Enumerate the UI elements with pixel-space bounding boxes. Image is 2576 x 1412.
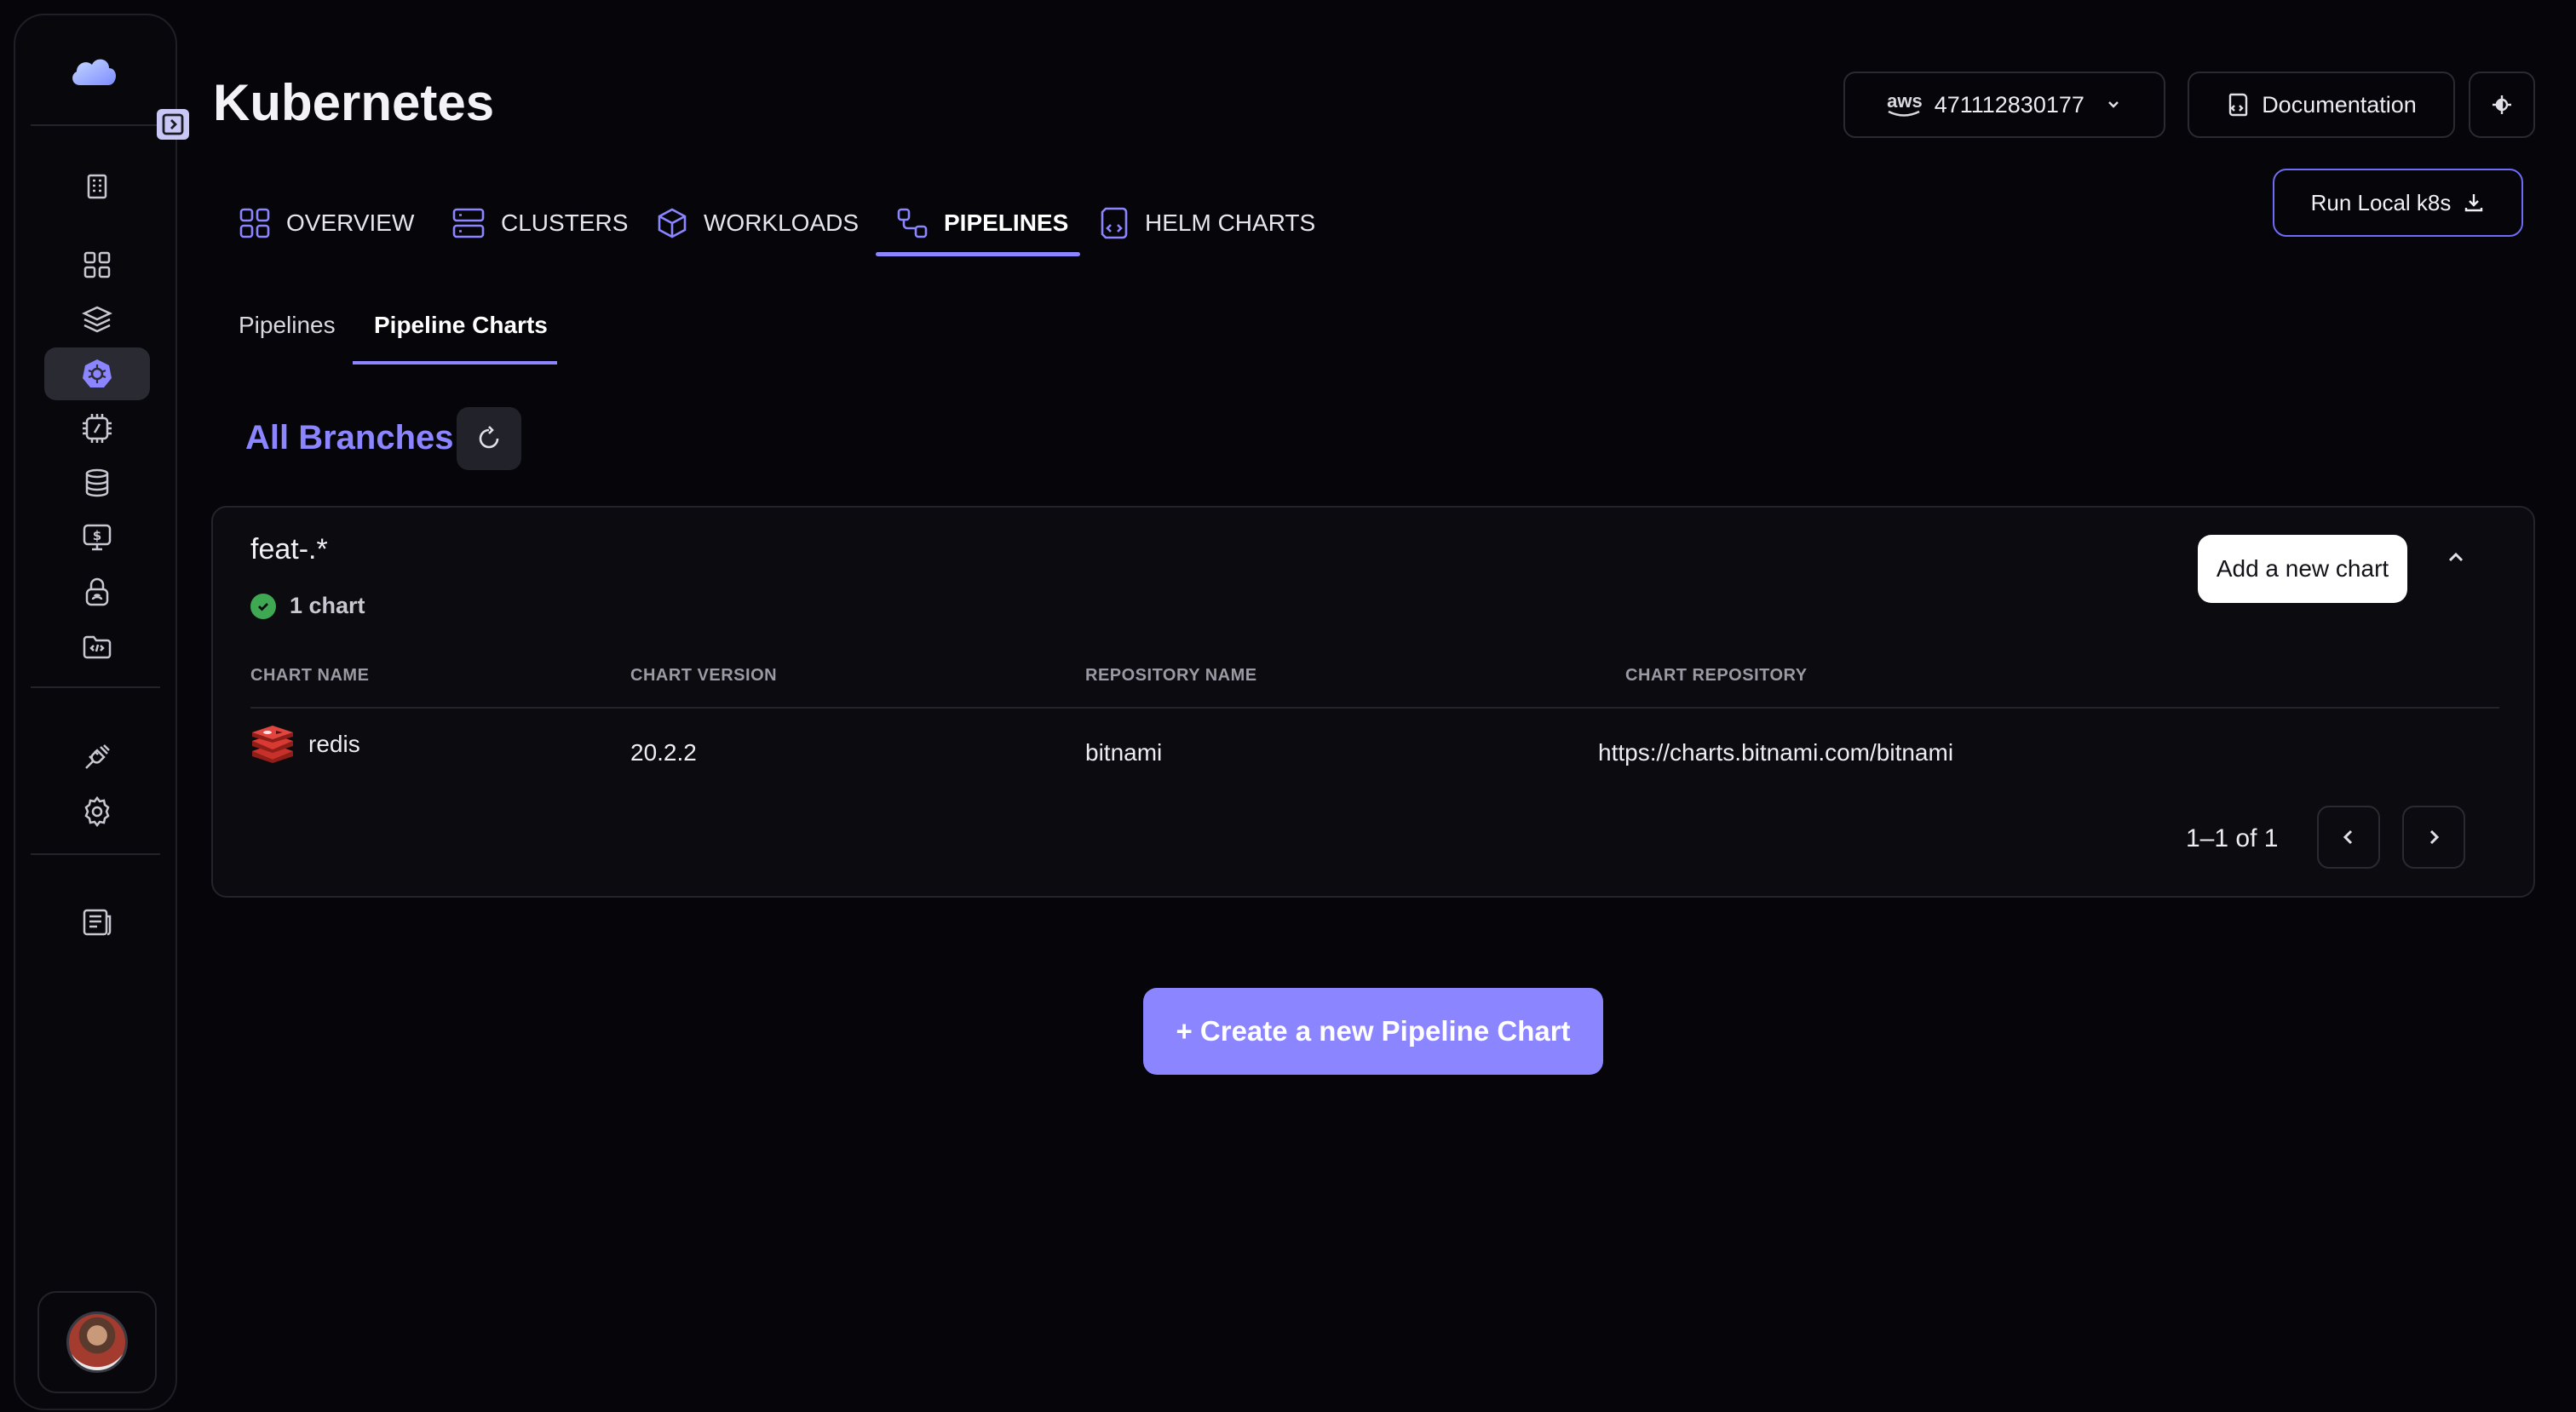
sidebar-item-code[interactable] xyxy=(44,620,150,673)
svg-text:$: $ xyxy=(93,528,101,543)
redis-icon xyxy=(252,726,293,763)
chart-name: redis xyxy=(308,731,360,757)
column-header-repository-name: REPOSITORY NAME xyxy=(1085,666,1257,685)
tab-clusters[interactable]: CLUSTERS xyxy=(451,191,628,255)
sidebar-toggle-button[interactable] xyxy=(157,109,189,140)
sidebar-item-cost[interactable]: $ xyxy=(44,511,150,564)
branch-name: feat-.* xyxy=(250,533,328,565)
chart-count-label: 1 chart xyxy=(290,593,365,618)
create-pipeline-chart-button[interactable]: + Create a new Pipeline Chart xyxy=(1143,988,1603,1075)
kubernetes-icon xyxy=(83,359,112,387)
sidebar-item-database[interactable] xyxy=(44,456,150,509)
chevron-up-icon xyxy=(2448,552,2464,562)
pagination-label: 1–1 of 1 xyxy=(2186,824,2279,852)
building-icon xyxy=(87,174,107,199)
helm-icon xyxy=(1101,207,1128,239)
gear-icon xyxy=(84,795,110,828)
lock-icon xyxy=(85,577,109,606)
cost-icon: $ xyxy=(83,524,112,551)
active-subtab-indicator xyxy=(353,361,557,364)
layers-icon xyxy=(82,306,112,333)
sidebar-divider xyxy=(31,124,160,126)
chart-version: 20.2.2 xyxy=(630,739,697,766)
sidebar-item-dashboard[interactable] xyxy=(44,238,150,291)
grid-icon xyxy=(83,251,111,278)
page-title: Kubernetes xyxy=(213,74,495,131)
chevron-left-icon xyxy=(2343,829,2353,845)
branches-title: All Branches xyxy=(245,419,454,456)
tab-pipelines[interactable]: PIPELINES xyxy=(896,191,1068,255)
sidebar-item-integrations[interactable] xyxy=(44,731,150,783)
collapse-card-button[interactable] xyxy=(2445,547,2467,569)
download-icon xyxy=(2465,194,2483,212)
next-page-button[interactable] xyxy=(2402,806,2465,869)
chart-count: 1 chart xyxy=(250,593,365,619)
subtab-pipelines[interactable]: Pipelines xyxy=(239,312,336,339)
sidebar-item-kubernetes[interactable] xyxy=(44,347,150,400)
repository-name: bitnami xyxy=(1085,739,1163,766)
server-icon xyxy=(452,208,485,238)
documentation-button[interactable]: Documentation xyxy=(2188,72,2455,138)
check-circle-icon xyxy=(250,593,276,619)
theme-toggle-button[interactable] xyxy=(2469,72,2535,138)
cube-icon xyxy=(658,208,687,238)
previous-page-button[interactable] xyxy=(2317,806,2380,869)
aws-account-selector[interactable]: aws 471112830177 xyxy=(1843,72,2165,138)
avatar xyxy=(66,1312,128,1373)
tab-workloads[interactable]: WORKLOADS xyxy=(656,191,859,255)
branch-card: feat-.* 1 chart Add a new chart CHART NA… xyxy=(211,506,2535,898)
code-folder-icon xyxy=(83,635,112,659)
documentation-label: Documentation xyxy=(2262,91,2417,118)
tab-helm-charts[interactable]: HELM CHARTS xyxy=(1099,191,1315,255)
database-icon xyxy=(85,468,109,497)
tab-label: HELM CHARTS xyxy=(1145,210,1316,236)
document-icon xyxy=(83,909,112,936)
run-local-label: Run Local k8s xyxy=(2310,189,2452,215)
aws-logo-text: aws xyxy=(1887,90,1923,112)
refresh-icon xyxy=(479,426,499,449)
sidebar-item-compute[interactable] xyxy=(44,402,150,455)
column-header-chart-repository: CHART REPOSITORY xyxy=(1625,666,1808,685)
aws-logo: aws xyxy=(1887,92,1923,118)
sidebar-item-settings[interactable] xyxy=(44,785,150,838)
chevron-right-icon xyxy=(2429,829,2440,845)
tab-label: PIPELINES xyxy=(944,210,1069,236)
subtab-pipeline-charts[interactable]: Pipeline Charts xyxy=(374,312,548,339)
table-divider xyxy=(250,707,2499,709)
active-tab-indicator xyxy=(876,252,1080,256)
chart-name-cell: redis xyxy=(250,726,360,763)
panel-expand-icon xyxy=(162,113,184,135)
chart-repository-url: https://charts.bitnami.com/bitnami xyxy=(1598,739,1954,766)
sidebar-item-layers[interactable] xyxy=(44,293,150,346)
create-pipeline-chart-label: + Create a new Pipeline Chart xyxy=(1176,1015,1571,1047)
pipeline-icon xyxy=(897,208,928,238)
run-local-k8s-button[interactable]: Run Local k8s xyxy=(2273,169,2523,237)
aws-account-id: 471112830177 xyxy=(1934,91,2084,118)
tab-label: OVERVIEW xyxy=(286,210,415,236)
add-chart-button[interactable]: Add a new chart xyxy=(2198,535,2407,603)
sidebar-item-security[interactable] xyxy=(44,565,150,618)
column-header-chart-name: CHART NAME xyxy=(250,666,370,685)
chip-icon xyxy=(83,414,112,443)
sidebar-item-building[interactable] xyxy=(44,160,150,213)
sidebar-divider xyxy=(31,686,160,688)
refresh-button[interactable] xyxy=(457,407,521,470)
sidebar: $ xyxy=(14,14,177,1410)
column-header-chart-version: CHART VERSION xyxy=(630,666,778,685)
user-menu[interactable] xyxy=(37,1291,157,1393)
sidebar-divider xyxy=(31,853,160,855)
tab-label: CLUSTERS xyxy=(501,210,629,236)
tab-overview[interactable]: OVERVIEW xyxy=(239,191,414,255)
book-icon xyxy=(2228,93,2248,117)
tab-label: WORKLOADS xyxy=(704,210,860,236)
cloud-logo-icon[interactable] xyxy=(68,53,118,87)
sidebar-item-docs[interactable] xyxy=(44,896,150,949)
chevron-down-icon xyxy=(2108,101,2119,108)
theme-icon xyxy=(2493,95,2511,114)
plug-icon xyxy=(85,744,110,769)
grid-icon xyxy=(239,208,270,238)
